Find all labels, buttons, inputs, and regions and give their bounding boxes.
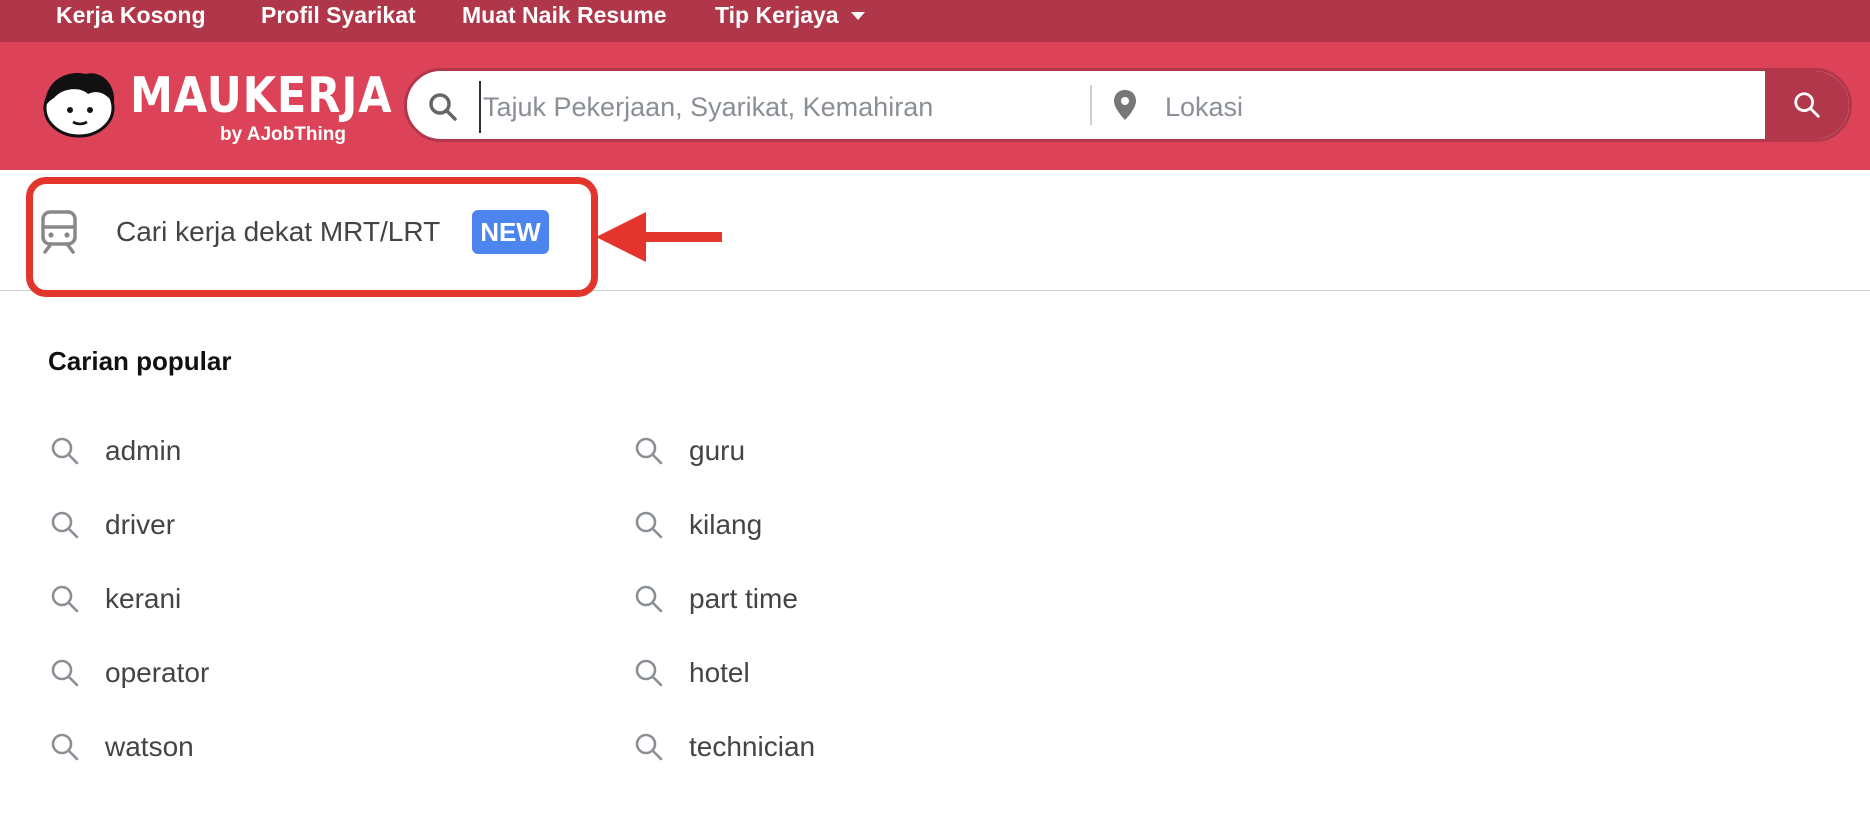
search-icon bbox=[635, 437, 663, 465]
search-icon bbox=[1794, 92, 1820, 118]
popular-search-item[interactable]: watson bbox=[49, 731, 194, 763]
popular-search-label: hotel bbox=[689, 657, 750, 688]
popular-search-label: watson bbox=[105, 731, 194, 762]
popular-search-item[interactable]: hotel bbox=[633, 657, 750, 689]
popular-search-item[interactable]: kerani bbox=[49, 583, 181, 615]
search-bar bbox=[404, 68, 1852, 142]
popular-search-item[interactable]: technician bbox=[633, 731, 815, 763]
arrow-left-icon bbox=[596, 212, 722, 262]
nav-tip-kerjaya-label: Tip Kerjaya bbox=[715, 2, 839, 28]
keyword-search-input[interactable] bbox=[479, 81, 1085, 133]
logo-byline: by AJobThing bbox=[220, 124, 346, 145]
popular-search-label: driver bbox=[105, 509, 176, 540]
logo-wordmark: MAUKERJA bbox=[130, 67, 393, 124]
popular-search-label: operator bbox=[105, 657, 210, 688]
annotation-highlight-box bbox=[26, 177, 598, 297]
popular-search-label: admin bbox=[105, 435, 182, 466]
popular-search-label: guru bbox=[689, 435, 746, 466]
search-icon bbox=[51, 659, 79, 687]
popular-search-item[interactable]: admin bbox=[49, 435, 181, 467]
search-icon bbox=[429, 93, 457, 121]
popular-search-item[interactable]: operator bbox=[49, 657, 209, 689]
location-input[interactable] bbox=[1163, 81, 1767, 133]
search-icon bbox=[51, 585, 79, 613]
search-icon bbox=[635, 733, 663, 761]
popular-searches-title: Carian popular bbox=[48, 346, 232, 376]
popular-search-label: part time bbox=[689, 583, 798, 614]
search-icon bbox=[51, 733, 79, 761]
search-divider bbox=[1090, 85, 1092, 125]
search-icon bbox=[635, 585, 663, 613]
logo[interactable]: MAUKERJA by AJobThing bbox=[40, 66, 392, 146]
top-nav: Kerja Kosong Profil Syarikat Muat Naik R… bbox=[0, 0, 1870, 42]
search-icon bbox=[635, 659, 663, 687]
search-icon bbox=[51, 511, 79, 539]
popular-search-label: kerani bbox=[105, 583, 182, 614]
header: MAUKERJA by AJobThing bbox=[0, 42, 1870, 170]
popular-search-item[interactable]: guru bbox=[633, 435, 745, 467]
popular-search-label: technician bbox=[689, 731, 816, 762]
popular-search-label: kilang bbox=[689, 509, 763, 540]
search-icon bbox=[635, 511, 663, 539]
nav-tip-kerjaya[interactable]: Tip Kerjaya bbox=[715, 2, 865, 29]
chevron-down-icon bbox=[850, 11, 865, 20]
search-submit-button[interactable] bbox=[1765, 71, 1849, 139]
nav-muat-naik-resume[interactable]: Muat Naik Resume bbox=[462, 2, 667, 29]
popular-search-item[interactable]: part time bbox=[633, 583, 798, 615]
popular-search-item[interactable]: driver bbox=[49, 509, 175, 541]
nav-profil-syarikat[interactable]: Profil Syarikat bbox=[261, 2, 416, 29]
map-pin-icon bbox=[1114, 90, 1136, 120]
mascot-icon bbox=[43, 73, 115, 138]
popular-search-item[interactable]: kilang bbox=[633, 509, 762, 541]
search-icon bbox=[51, 437, 79, 465]
nav-kerja-kosong[interactable]: Kerja Kosong bbox=[56, 2, 206, 29]
